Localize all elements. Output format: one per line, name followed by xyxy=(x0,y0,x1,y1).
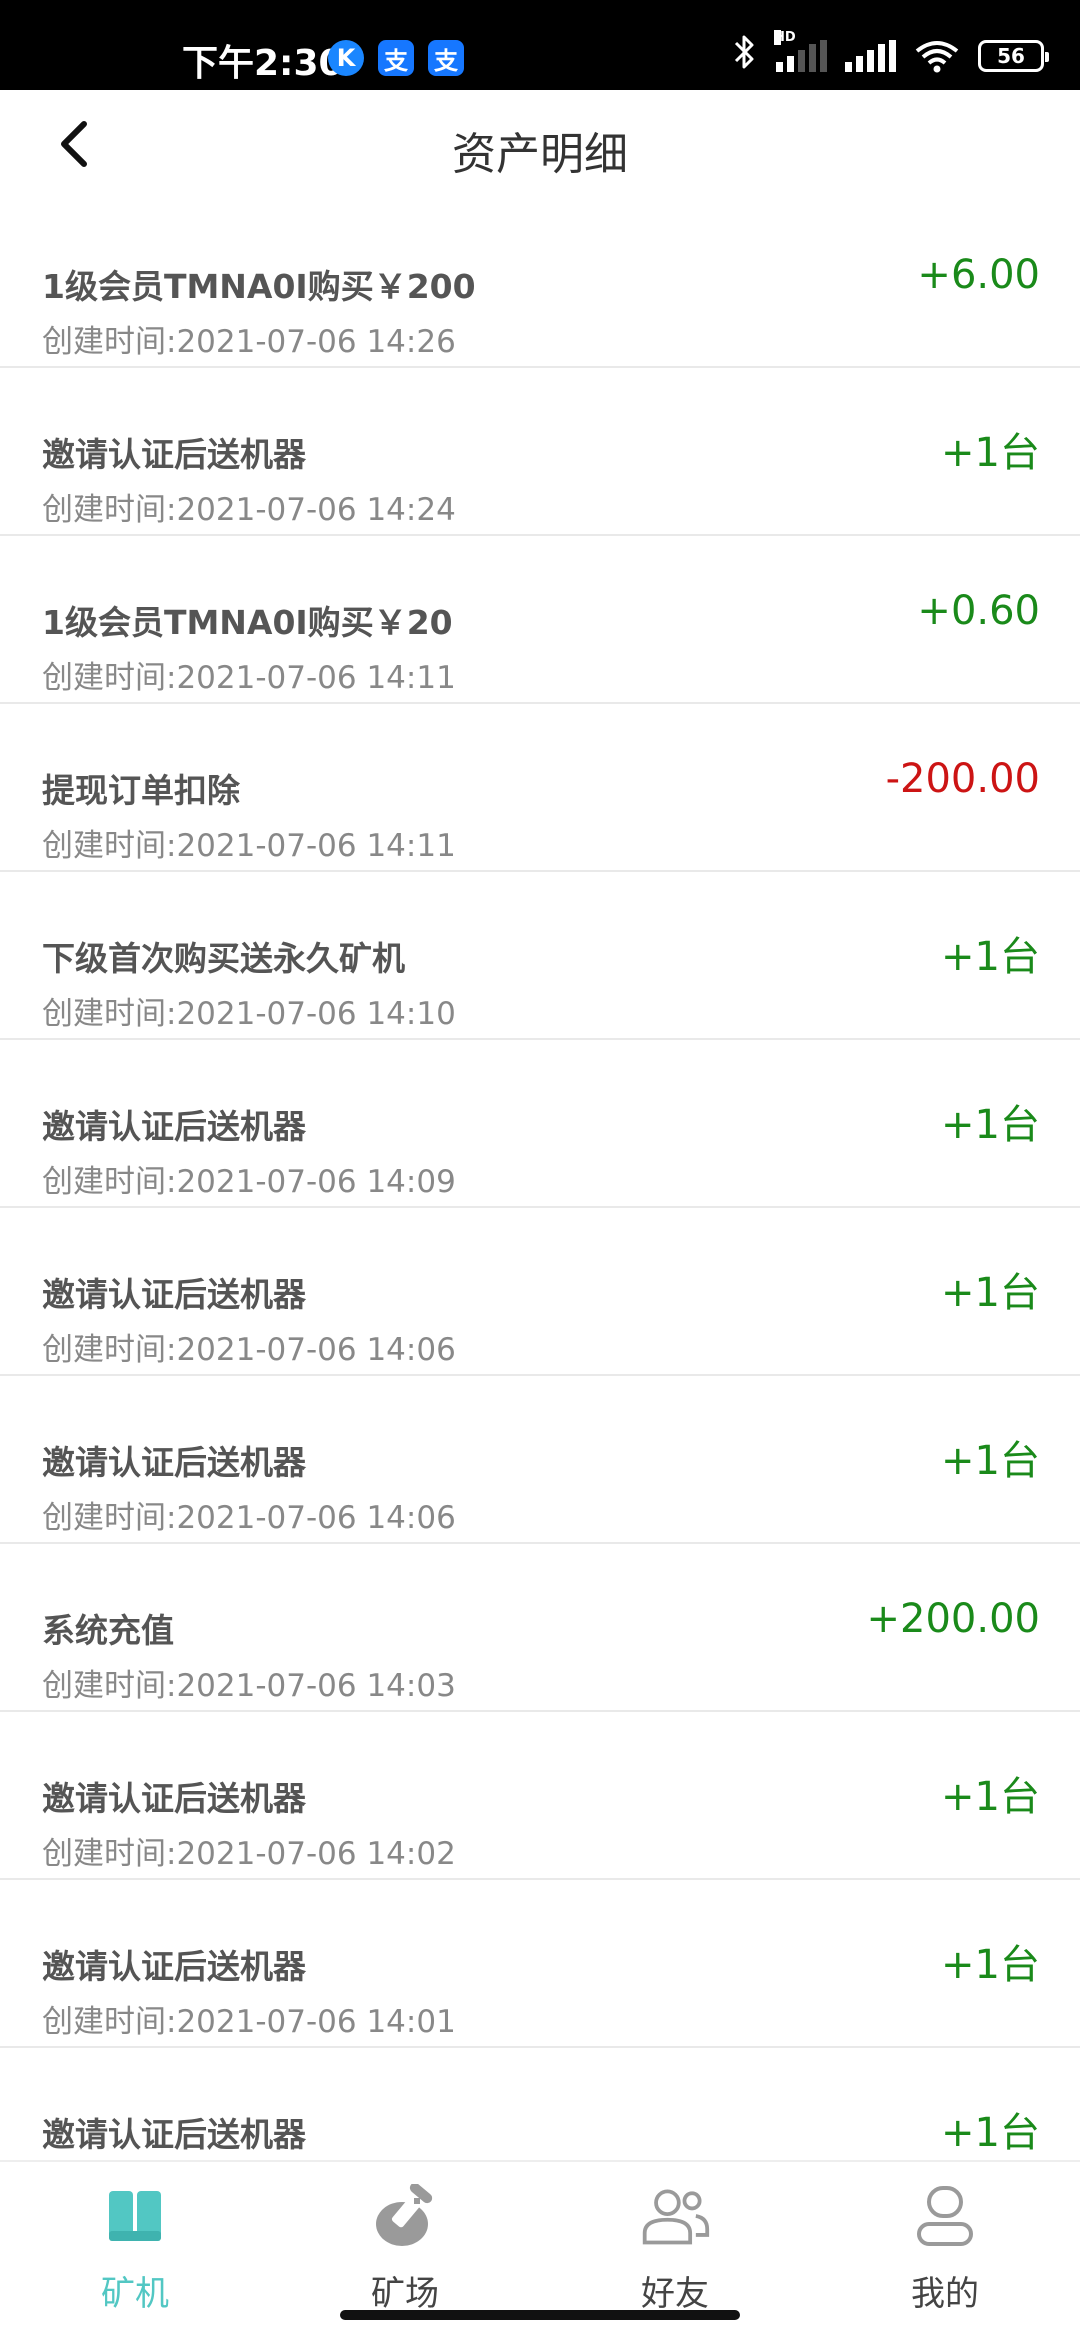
record-amount: +1台 xyxy=(941,1102,1040,1148)
list-item[interactable]: 1级会员TMNA0I购买￥20 创建时间:2021-07-06 14:11 +0… xyxy=(0,536,1080,704)
status-indicators: HD 56 xyxy=(732,30,1049,79)
tab-profile[interactable]: 我的 xyxy=(810,2162,1080,2340)
list-item[interactable]: 下级首次购买送永久矿机 创建时间:2021-07-06 14:10 +1台 xyxy=(0,872,1080,1040)
tab-label: 好友 xyxy=(641,2274,709,2314)
signal-icon xyxy=(845,40,896,72)
tab-label: 我的 xyxy=(911,2274,979,2314)
status-bar: 下午2:30 K 支 支 HD 56 xyxy=(0,0,1080,90)
record-amount: -200.00 xyxy=(885,756,1040,802)
record-time: 创建时间:2021-07-06 14:24 xyxy=(42,492,456,528)
record-amount: +200.00 xyxy=(866,1596,1040,1642)
list-item[interactable]: 邀请认证后送机器 创建时间:2021-07-06 14:02 +1台 xyxy=(0,1712,1080,1880)
list-item[interactable]: 邀请认证后送机器 创建时间:2021-07-06 14:06 +1台 xyxy=(0,1376,1080,1544)
wifi-icon xyxy=(914,39,960,73)
record-time: 创建时间:2021-07-06 14:11 xyxy=(42,828,456,864)
profile-icon xyxy=(909,2184,981,2248)
page-title: 资产明细 xyxy=(452,129,628,180)
record-title: 邀请认证后送机器 xyxy=(42,2115,306,2154)
friends-icon xyxy=(639,2184,711,2248)
record-title: 提现订单扣除 xyxy=(42,771,240,810)
record-title: 邀请认证后送机器 xyxy=(42,1275,306,1314)
alipay-icon: 支 xyxy=(378,40,414,76)
record-time: 创建时间:2021-07-06 14:01 xyxy=(42,2004,456,2040)
record-time: 创建时间:2021-07-06 14:09 xyxy=(42,1164,456,1200)
signal-hd-icon: HD xyxy=(774,30,827,72)
record-time: 创建时间:2021-07-06 14:02 xyxy=(42,1836,456,1872)
record-time: 创建时间:2021-07-06 14:26 xyxy=(42,324,456,360)
record-amount: +1台 xyxy=(941,1942,1040,1988)
record-amount: +1台 xyxy=(941,430,1040,476)
bluetooth-icon xyxy=(732,34,758,79)
record-title: 1级会员TMNA0I购买￥20 xyxy=(42,603,453,642)
status-time: 下午2:30 xyxy=(182,43,344,84)
home-indicator[interactable] xyxy=(340,2310,740,2320)
battery-icon: 56 xyxy=(978,40,1049,72)
hd-label: HD xyxy=(774,30,796,45)
record-time: 创建时间:2021-07-06 14:06 xyxy=(42,1332,456,1368)
record-amount: +1台 xyxy=(941,2110,1040,2156)
tab-label: 矿机 xyxy=(101,2274,169,2314)
record-title: 邀请认证后送机器 xyxy=(42,1947,306,1986)
record-title: 邀请认证后送机器 xyxy=(42,435,306,474)
record-time: 创建时间:2021-07-06 14:03 xyxy=(42,1668,456,1704)
record-title: 邀请认证后送机器 xyxy=(42,1443,306,1482)
list-item[interactable]: 邀请认证后送机器 +1台 xyxy=(0,2048,1080,2160)
record-amount: +1台 xyxy=(941,1774,1040,1820)
record-amount: +1台 xyxy=(941,1438,1040,1484)
asset-record-list[interactable]: 1级会员TMNA0I购买￥200 创建时间:2021-07-06 14:26 +… xyxy=(0,200,1080,2160)
k-app-icon: K xyxy=(328,40,364,76)
list-item[interactable]: 系统充值 创建时间:2021-07-06 14:03 +200.00 xyxy=(0,1544,1080,1712)
record-title: 下级首次购买送永久矿机 xyxy=(42,939,405,978)
record-title: 邀请认证后送机器 xyxy=(42,1107,306,1146)
list-item[interactable]: 邀请认证后送机器 创建时间:2021-07-06 14:01 +1台 xyxy=(0,1880,1080,2048)
list-item[interactable]: 邀请认证后送机器 创建时间:2021-07-06 14:06 +1台 xyxy=(0,1208,1080,1376)
record-time: 创建时间:2021-07-06 14:11 xyxy=(42,660,456,696)
miner-icon xyxy=(99,2184,171,2248)
tab-label: 矿场 xyxy=(371,2274,439,2314)
battery-level: 56 xyxy=(997,44,1025,68)
tab-miner[interactable]: 矿机 xyxy=(0,2162,270,2340)
record-amount: +1台 xyxy=(941,1270,1040,1316)
record-amount: +1台 xyxy=(941,934,1040,980)
list-item[interactable]: 1级会员TMNA0I购买￥200 创建时间:2021-07-06 14:26 +… xyxy=(0,200,1080,368)
nav-bar: 资产明细 xyxy=(0,90,1080,200)
record-title: 1级会员TMNA0I购买￥200 xyxy=(42,267,476,306)
record-amount: +0.60 xyxy=(917,588,1040,634)
record-time: 创建时间:2021-07-06 14:10 xyxy=(42,996,456,1032)
record-title: 系统充值 xyxy=(42,1611,174,1650)
list-item[interactable]: 邀请认证后送机器 创建时间:2021-07-06 14:24 +1台 xyxy=(0,368,1080,536)
mine-field-icon xyxy=(369,2184,441,2248)
record-title: 邀请认证后送机器 xyxy=(42,1779,306,1818)
alipay-icon: 支 xyxy=(428,40,464,76)
record-time: 创建时间:2021-07-06 14:06 xyxy=(42,1500,456,1536)
list-item[interactable]: 提现订单扣除 创建时间:2021-07-06 14:11 -200.00 xyxy=(0,704,1080,872)
list-item[interactable]: 邀请认证后送机器 创建时间:2021-07-06 14:09 +1台 xyxy=(0,1040,1080,1208)
record-amount: +6.00 xyxy=(917,252,1040,298)
